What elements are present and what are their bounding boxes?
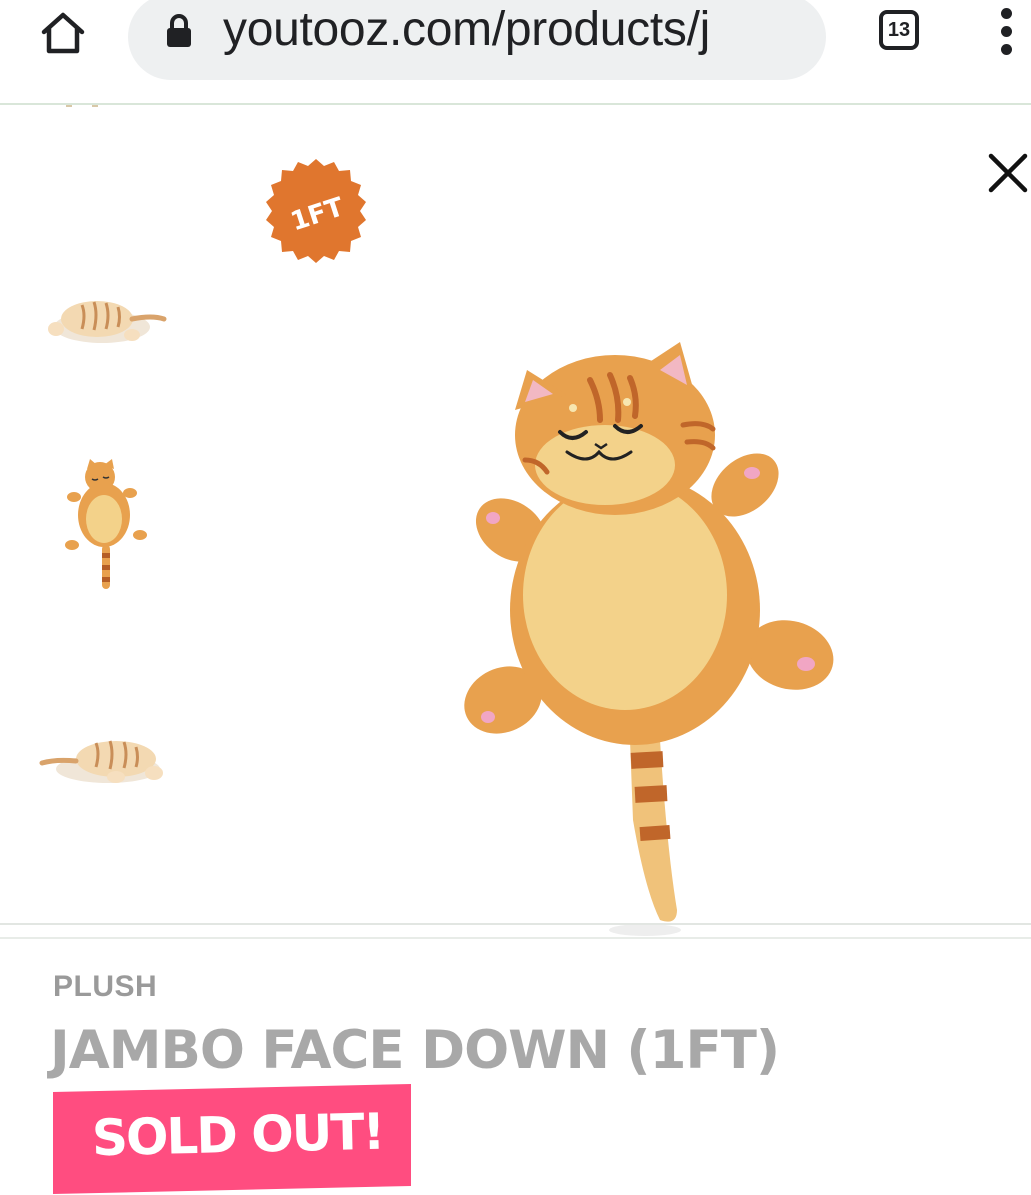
thumbnail-cat-front[interactable] xyxy=(60,457,152,597)
close-gallery-button[interactable] xyxy=(985,150,1031,196)
product-title: JAMBO FACE DOWN (1FT) xyxy=(50,1020,780,1081)
size-badge: 1FT xyxy=(266,159,366,263)
lock-icon xyxy=(167,14,191,47)
product-category: PLUSH xyxy=(53,970,158,1003)
product-gallery: 1FT xyxy=(0,105,1031,940)
address-bar[interactable]: youtooz.com/products/j xyxy=(128,0,826,80)
url-text: youtooz.com/products/j xyxy=(223,3,710,56)
menu-dot-icon xyxy=(1001,44,1012,55)
menu-dot-icon xyxy=(1001,26,1012,37)
sold-out-label: SOLD OUT! xyxy=(91,1102,384,1168)
gallery-divider xyxy=(0,937,1031,939)
thumbnail-cat-side[interactable] xyxy=(42,285,168,355)
browser-menu-button[interactable] xyxy=(996,6,1018,60)
gallery-divider xyxy=(0,923,1031,925)
browser-toolbar: youtooz.com/products/j 13 xyxy=(0,0,1031,105)
thumbnail-fragment xyxy=(66,105,98,107)
tab-switcher-button[interactable]: 13 xyxy=(879,10,919,50)
menu-dot-icon xyxy=(1001,8,1012,19)
thumbnail-cat-rear[interactable] xyxy=(36,725,172,795)
main-product-image xyxy=(464,342,834,936)
home-icon xyxy=(41,12,85,54)
close-icon xyxy=(988,153,1028,193)
home-button[interactable] xyxy=(38,8,88,58)
